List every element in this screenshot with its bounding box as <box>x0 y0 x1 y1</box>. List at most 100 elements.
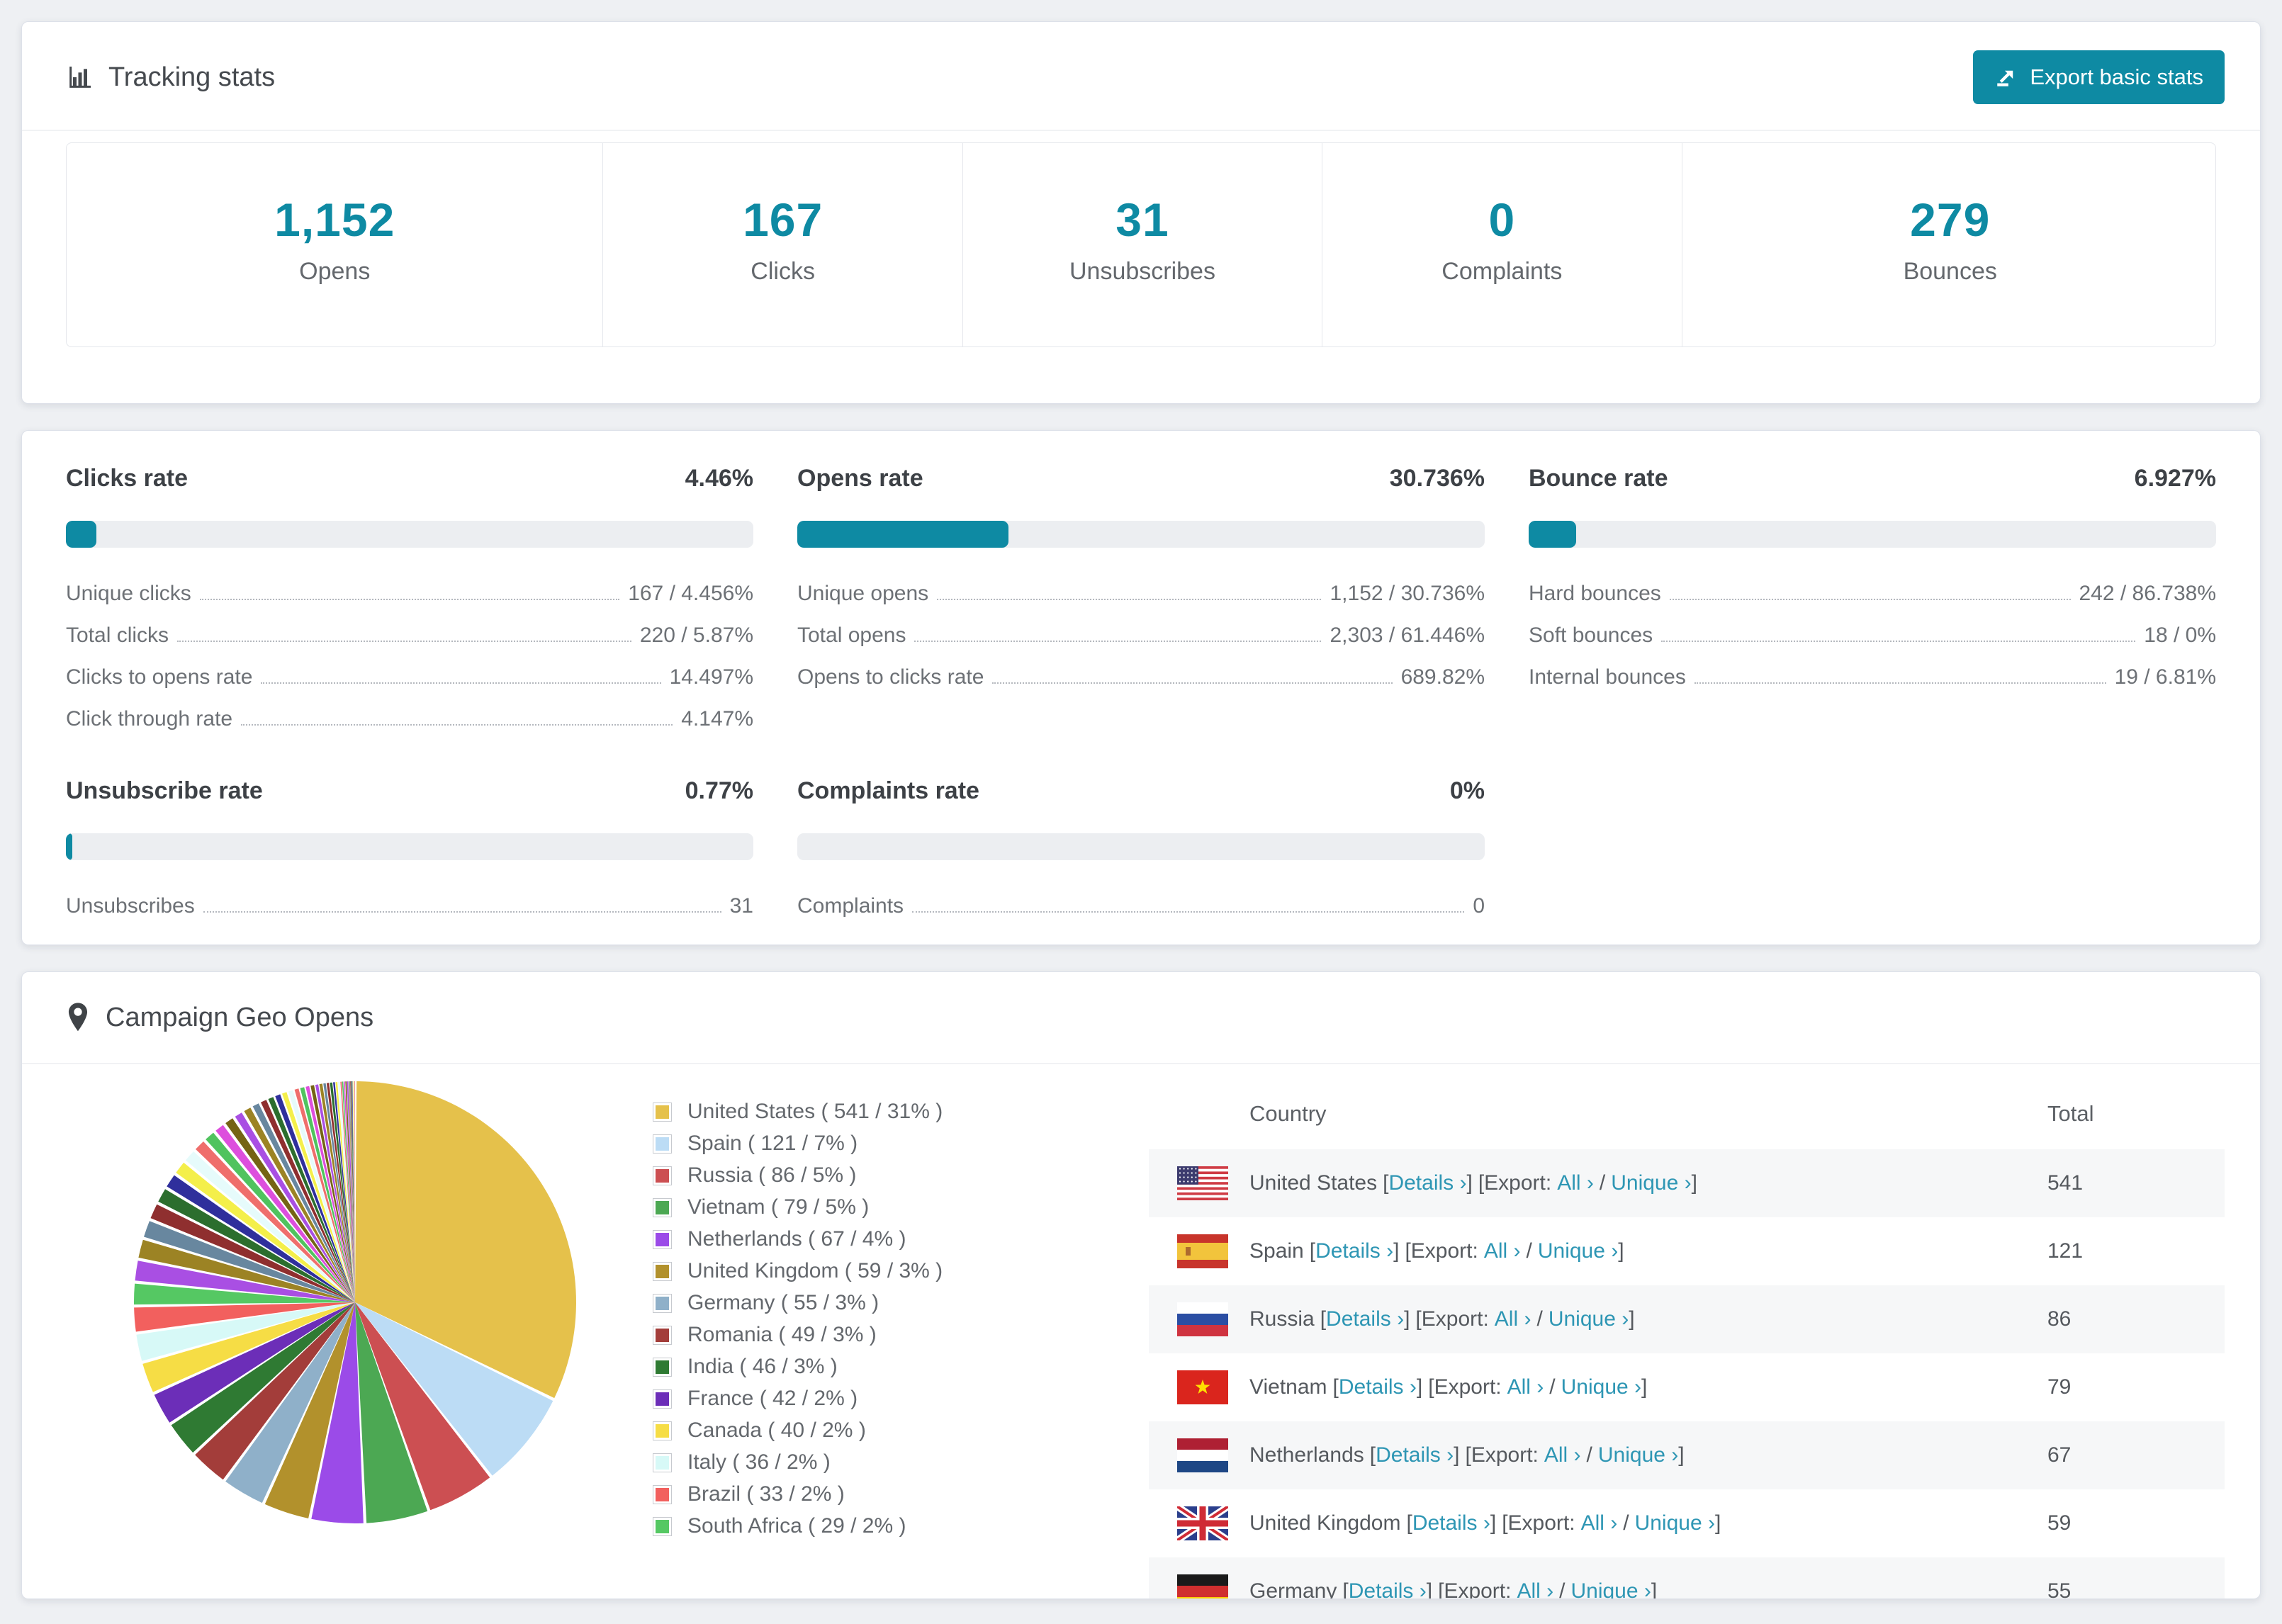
bracket: ] <box>1618 1239 1624 1263</box>
rate-value: 4.46% <box>685 465 753 492</box>
legend-swatch-color <box>656 1328 669 1342</box>
details-link-germany[interactable]: Details › <box>1349 1579 1427 1598</box>
country-cell: Vietnam[Details ›] [Export: All › / Unique ›… <box>1149 1370 2047 1404</box>
total-column-header: Total <box>2047 1101 2094 1126</box>
export-unique-link-vietnam[interactable]: Unique › <box>1561 1375 1641 1399</box>
details-link-vietnam[interactable]: Details › <box>1339 1375 1417 1399</box>
rate-panel-head: Clicks rate 4.46% <box>66 465 753 492</box>
export-basic-stats-button[interactable]: Export basic stats <box>1973 50 2225 104</box>
tracking-stats-header: Tracking stats Export basic stats <box>22 22 2260 131</box>
rate-row-value: 689.82% <box>1400 665 1485 689</box>
legend-item-italy[interactable]: Italy ( 36 / 2% ) <box>653 1450 1120 1474</box>
flag-nl-icon <box>1177 1438 1228 1472</box>
export-unique-link-germany[interactable]: Unique › <box>1570 1579 1651 1598</box>
legend-swatch-color <box>656 1423 669 1438</box>
legend-swatch <box>653 1325 672 1345</box>
bracket: ] <box>1629 1307 1635 1331</box>
rate-row-hard-bounces: Hard bounces 242 / 86.738% <box>1529 582 2216 606</box>
rate-title: Clicks rate <box>66 465 188 492</box>
geo-opens-table: Country Total United States[Details ›] [E… <box>1149 1071 2225 1599</box>
legend-swatch <box>653 1293 672 1313</box>
rate-row-label: Complaints <box>797 894 904 918</box>
details-link-united-kingdom[interactable]: Details › <box>1412 1511 1490 1535</box>
legend-label: Russia ( 86 / 5% ) <box>687 1163 857 1187</box>
rate-value: 30.736% <box>1389 465 1485 492</box>
bracket: ] <box>1641 1375 1648 1399</box>
rate-rows: Unique clicks 167 / 4.456% Total clicks 220… <box>66 582 753 731</box>
rate-panel-clicks-rate: Clicks rate 4.46% Unique clicks 167 / 4.456… <box>66 465 753 749</box>
country-name: Spain <box>1249 1239 1304 1263</box>
legend-item-canada[interactable]: Canada ( 40 / 2% ) <box>653 1419 1120 1443</box>
export-all-link-united-kingdom[interactable]: All › <box>1581 1511 1618 1535</box>
legend-item-brazil[interactable]: Brazil ( 33 / 2% ) <box>653 1482 1120 1506</box>
geo-table-rows: United States[Details ›] [Export: All › / Un… <box>1149 1149 2225 1599</box>
slash: / <box>1549 1375 1556 1399</box>
details-link-united-states[interactable]: Details › <box>1388 1171 1466 1195</box>
table-row-netherlands: Netherlands[Details ›] [Export: All › / Uniq… <box>1149 1421 2225 1489</box>
export-all-link-russia[interactable]: All › <box>1495 1307 1531 1331</box>
legend-item-russia[interactable]: Russia ( 86 / 5% ) <box>653 1163 1120 1188</box>
rate-panel-head: Opens rate 30.736% <box>797 465 1485 492</box>
rate-rows: Unsubscribes 31 <box>66 894 753 918</box>
export-unique-link-netherlands[interactable]: Unique › <box>1598 1443 1678 1467</box>
legend-swatch-color <box>656 1360 669 1374</box>
export-all-link-united-states[interactable]: All › <box>1557 1171 1594 1195</box>
export-unique-link-united-states[interactable]: Unique › <box>1611 1171 1691 1195</box>
legend-swatch-color <box>656 1487 669 1501</box>
summary-label-clicks: Clicks <box>751 258 815 285</box>
rate-row-value: 242 / 86.738% <box>2079 582 2217 605</box>
legend-item-france[interactable]: France ( 42 / 2% ) <box>653 1387 1120 1411</box>
export-all-link-vietnam[interactable]: All › <box>1507 1375 1544 1399</box>
rate-row-label: Unique opens <box>797 582 929 605</box>
details-link-spain[interactable]: Details › <box>1315 1239 1393 1263</box>
bracket: [ <box>1369 1443 1376 1467</box>
total-cell: 67 <box>2047 1443 2072 1467</box>
rate-title: Complaints rate <box>797 777 979 804</box>
legend-label: Vietnam ( 79 / 5% ) <box>687 1195 870 1219</box>
dotted-leader <box>937 599 1322 600</box>
export-all-link-spain[interactable]: All › <box>1484 1239 1521 1263</box>
rate-panel-complaints-rate: Complaints rate 0% Complaints 0 <box>797 777 1485 936</box>
bracket: ] <box>1651 1579 1658 1599</box>
rate-title: Bounce rate <box>1529 465 1668 492</box>
legend-item-romania[interactable]: Romania ( 49 / 3% ) <box>653 1323 1120 1347</box>
rate-row-internal-bounces: Internal bounces 19 / 6.81% <box>1529 665 2216 689</box>
export-unique-link-united-kingdom[interactable]: Unique › <box>1635 1511 1715 1535</box>
flag-us-icon <box>1177 1166 1228 1200</box>
rate-row-value: 220 / 5.87% <box>639 624 753 647</box>
legend-item-united-kingdom[interactable]: United Kingdom ( 59 / 3% ) <box>653 1259 1120 1283</box>
dotted-leader <box>177 641 631 642</box>
total-cell: 55 <box>2047 1579 2072 1599</box>
details-link-netherlands[interactable]: Details › <box>1376 1443 1454 1467</box>
export-all-link-netherlands[interactable]: All › <box>1544 1443 1581 1467</box>
rate-row-value: 14.497% <box>669 665 753 689</box>
export-all-link-germany[interactable]: All › <box>1517 1579 1553 1598</box>
summary-label-unsubscribes: Unsubscribes <box>1069 258 1215 285</box>
legend-swatch <box>653 1229 672 1249</box>
details-link-russia[interactable]: Details › <box>1326 1307 1404 1331</box>
rate-row-opens-to-clicks-rate: Opens to clicks rate 689.82% <box>797 665 1485 689</box>
rate-panel-head: Bounce rate 6.927% <box>1529 465 2216 492</box>
bracket: ] <box>1454 1443 1460 1467</box>
legend-item-spain[interactable]: Spain ( 121 / 7% ) <box>653 1132 1120 1156</box>
country-column-header: Country <box>1249 1101 1327 1126</box>
legend-label: Spain ( 121 / 7% ) <box>687 1132 858 1155</box>
summary-value-unsubscribes: 31 <box>1115 193 1169 246</box>
geo-table-header: Country Total <box>1149 1083 2225 1149</box>
country-name: United Kingdom <box>1249 1511 1401 1535</box>
legend-item-germany[interactable]: Germany ( 55 / 3% ) <box>653 1291 1120 1315</box>
legend-item-netherlands[interactable]: Netherlands ( 67 / 4% ) <box>653 1227 1120 1251</box>
legend-item-united-states[interactable]: United States ( 541 / 31% ) <box>653 1100 1120 1124</box>
dotted-leader <box>199 599 620 600</box>
rate-row-value: 4.147% <box>681 707 753 731</box>
legend-item-vietnam[interactable]: Vietnam ( 79 / 5% ) <box>653 1195 1120 1219</box>
rate-progress-fill <box>797 521 1009 548</box>
rate-progress-track <box>1529 521 2216 548</box>
rate-panel-head: Complaints rate 0% <box>797 777 1485 805</box>
export-unique-link-spain[interactable]: Unique › <box>1538 1239 1618 1263</box>
legend-item-india[interactable]: India ( 46 / 3% ) <box>653 1355 1120 1379</box>
legend-swatch <box>653 1516 672 1536</box>
legend-item-south-africa[interactable]: South Africa ( 29 / 2% ) <box>653 1514 1120 1538</box>
bracket: [ <box>1342 1579 1349 1599</box>
export-unique-link-russia[interactable]: Unique › <box>1548 1307 1629 1331</box>
